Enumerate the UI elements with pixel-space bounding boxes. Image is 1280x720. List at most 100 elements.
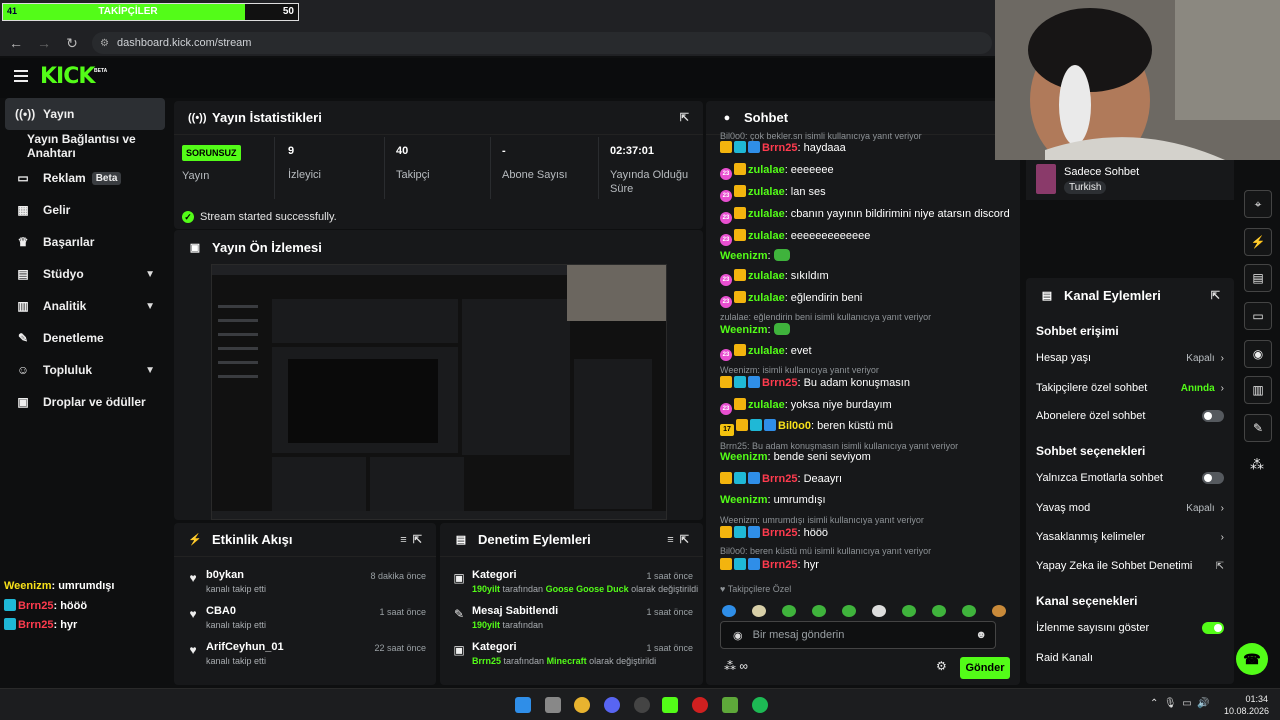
emote-icon[interactable] [902,605,916,617]
settings-gear-icon[interactable]: ⚙ [936,659,947,673]
address-bar[interactable]: ⚙ dashboard.kick.com/stream [92,32,992,54]
emote-icon[interactable] [812,605,826,617]
rail-document-icon[interactable]: ▤ [1244,264,1272,292]
raid-row[interactable]: Raid Kanalı [1036,652,1224,664]
chat-username[interactable]: Weenizm [720,494,767,506]
chat-message: 23 zulalae: sıkıldım [720,269,829,286]
emote-icon[interactable] [782,605,796,617]
popout-icon[interactable]: ⇱ [680,111,689,124]
row-label: Raid Kanalı [1036,652,1093,664]
ai-moderation-row[interactable]: Yapay Zeka ile Sohbet Denetimi ⇱ [1036,560,1224,572]
chevron-right-icon: › [1220,352,1224,364]
rail-more-icon[interactable]: ⁂ [1250,456,1264,473]
emote-only-toggle[interactable] [1202,472,1224,484]
row-label: Abonelere özel sohbet [1036,410,1146,422]
chat-username[interactable]: zulalae [748,270,785,282]
followers-chat-row[interactable]: Takipçilere özel sohbet Anında › [1036,382,1224,394]
chat-placeholder: Bir mesaj gönderin [752,629,845,641]
rail-chat-icon[interactable]: ▭ [1244,302,1272,330]
chrome-icon[interactable] [574,697,590,713]
slow-mode-row[interactable]: Yavaş mod Kapalı › [1036,502,1224,514]
list-item: ▣ Kategori Brrn25 tarafından Minecraft o… [440,639,703,675]
filter-icon[interactable]: ≡ ⇱ [667,533,689,546]
sidebar-item-studyo[interactable]: ▤ Stüdyo ▼ [5,258,165,290]
minecraft-icon[interactable] [722,697,738,713]
sidebar-item-yayin[interactable]: ((•)) Yayın [5,98,165,130]
sidebar-item-analitik[interactable]: ▥ Analitik ▼ [5,290,165,322]
rail-lightning-icon[interactable]: ⚡ [1244,228,1272,256]
reload-icon[interactable]: ↻ [60,31,84,55]
emote-icon[interactable] [992,605,1006,617]
chat-input[interactable]: ◉ Bir mesaj gönderin ☻ [720,621,996,649]
menu-icon[interactable] [14,70,28,82]
stream-stats-panel: ((•)) Yayın İstatistikleri ⇱ SORUNSUZ Ya… [174,101,703,229]
task-view-icon[interactable] [545,697,561,713]
subs-chat-toggle[interactable] [1202,410,1224,422]
chat-username[interactable]: Weenizm [720,324,767,336]
sidebar-item-gelir[interactable]: ▦ Gelir [5,194,165,226]
chat-username[interactable]: Brrn25 [762,142,797,154]
forward-icon[interactable]: → [32,31,56,55]
app-icon[interactable] [634,697,650,713]
sidebar-item-basarilar[interactable]: ♛ Başarılar [5,226,165,258]
kick-app-icon[interactable] [662,697,678,713]
chat-username[interactable]: Bil0o0 [778,420,811,432]
popout-icon[interactable]: ⇱ [1211,289,1220,302]
rail-wrench-icon[interactable]: ✎ [1244,414,1272,442]
rail-channel-icon[interactable]: ▥ [1244,376,1272,404]
chat-username[interactable]: Brrn25 [762,473,797,485]
chat-text: : beren küstü mü [811,420,893,432]
filter-icon[interactable]: ≡ ⇱ [400,533,422,546]
chat-username[interactable]: zulalae [748,230,785,242]
overlay-chat-text: : hyr [53,619,78,631]
mod-desc-text: tarafından [500,584,546,594]
row-label: İzlenme sayısını göster [1036,622,1150,634]
chat-username[interactable]: Brrn25 [762,377,797,389]
sidebar-item-droplar[interactable]: ▣ Droplar ve ödüller [5,386,165,418]
chat-username[interactable]: zulalae [748,399,785,411]
sidebar-item-reklam[interactable]: ▭ Reklam Beta [5,162,165,194]
chat-text: : [767,250,771,262]
chat-username[interactable]: Weenizm [720,250,767,262]
sidebar-item-stream-key[interactable]: Yayın Bağlantısı ve Anahtarı [5,130,165,162]
show-viewers-toggle[interactable] [1202,622,1224,634]
rail-broadcast-icon[interactable]: ◉ [1244,340,1272,368]
emote-icon[interactable] [722,605,736,617]
discord-icon[interactable] [604,697,620,713]
chat-username[interactable]: zulalae [748,186,785,198]
chat-username[interactable]: zulalae [748,345,785,357]
chat-username[interactable]: Brrn25 [762,527,797,539]
spotify-icon[interactable] [752,697,768,713]
chat-username[interactable]: Weenizm [720,451,767,463]
emote-icon[interactable] [932,605,946,617]
emoji-icon[interactable]: ☻ [975,629,987,641]
sidebar-item-topluluk[interactable]: ☺ Topluluk ▼ [5,354,165,386]
chat-username[interactable]: zulalae [748,208,785,220]
chat-text: : Bu adam konuşmasın [797,377,910,389]
kick-logo[interactable]: KICK [40,64,95,89]
preview-activity-block [272,457,366,519]
emote-icon[interactable] [962,605,976,617]
sidebar-item-denetleme[interactable]: ✎ Denetleme [5,322,165,354]
site-info-icon[interactable]: ⚙ [100,38,109,49]
banned-words-row[interactable]: Yasaklanmış kelimeler › [1036,531,1224,543]
chat-username[interactable]: zulalae [748,164,785,176]
emote-icon[interactable] [752,605,766,617]
chat-username[interactable]: zulalae [748,292,785,304]
help-icon[interactable]: ☎ [1236,643,1268,675]
send-button[interactable]: Gönder [960,657,1010,679]
moderator-badge-icon [734,141,746,153]
activity-desc: kanalı takip etti [206,656,267,666]
windows-start-icon[interactable] [515,697,531,713]
emote-picker-icon[interactable]: ◉ [733,629,743,642]
tray-icons[interactable]: ⌃ 🎙 ▭ 🔊 [1150,698,1210,709]
obs-icon[interactable] [692,697,708,713]
chat-username[interactable]: Brrn25 [762,559,797,571]
stream-preview-image[interactable] [211,264,667,520]
vip-badge-icon [764,419,776,431]
emote-icon[interactable] [842,605,856,617]
emote-icon[interactable] [872,605,886,617]
rail-target-icon[interactable]: ⌖ [1244,190,1272,218]
account-age-row[interactable]: Hesap yaşı Kapalı › [1036,352,1224,364]
back-icon[interactable]: ← [4,31,28,55]
